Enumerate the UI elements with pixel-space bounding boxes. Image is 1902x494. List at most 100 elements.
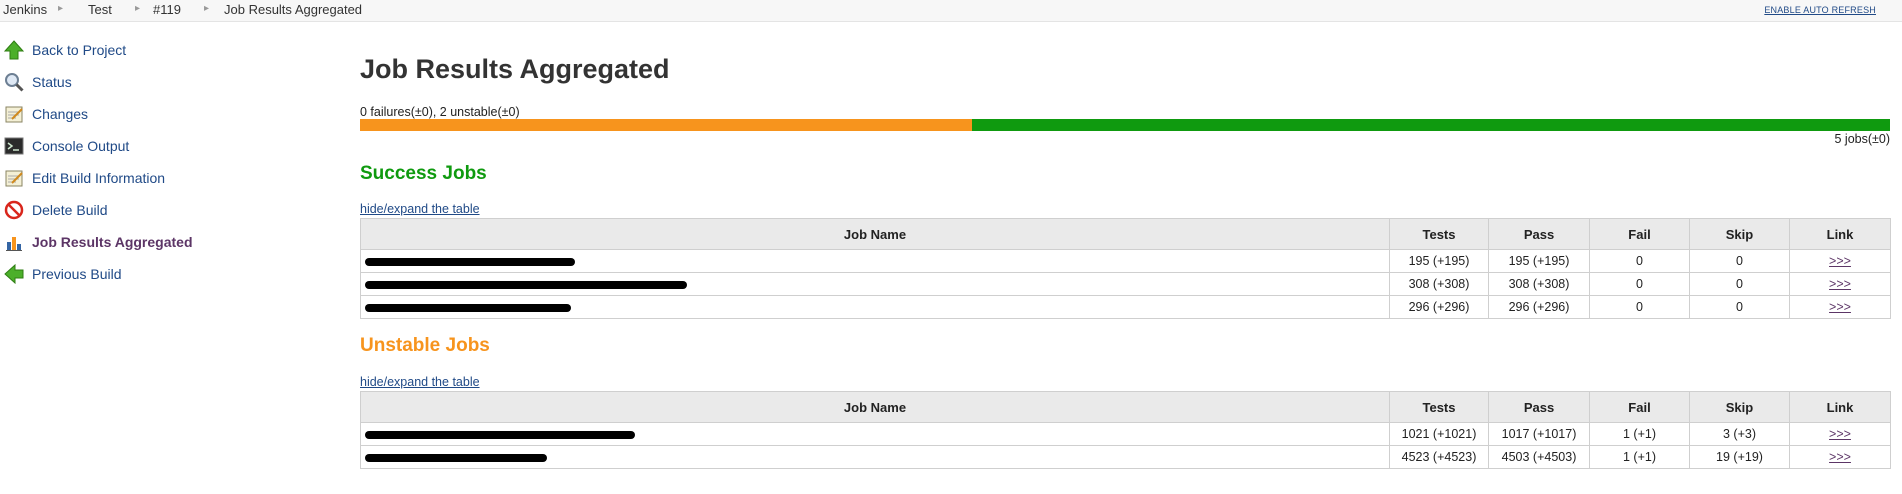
column-header-tests: Tests [1389,218,1489,250]
job-name-cell [360,295,1390,319]
link-cell: >>> [1789,295,1891,319]
column-header-job-name: Job Name [360,218,1390,250]
column-header-skip: Skip [1689,391,1790,423]
page-title: Job Results Aggregated [360,54,670,84]
sidebar-item-status[interactable]: Status [4,72,304,94]
sidebar-item-label: Status [32,74,72,90]
column-header-link: Link [1789,218,1891,250]
enable-auto-refresh-link[interactable]: ENABLE AUTO REFRESH [1764,5,1876,15]
summary-text: 0 failures(±0), 2 unstable(±0) [360,105,520,119]
tests-cell: 195 (+195) [1389,249,1489,273]
column-header-tests: Tests [1389,391,1489,423]
notepad-icon [4,104,24,124]
sidebar-item-edit-build-information[interactable]: Edit Build Information [4,168,304,190]
pass-cell: 296 (+296) [1488,295,1590,319]
breadcrumb-separator-icon: ▸ [204,3,210,14]
job-link[interactable]: >>> [1829,300,1851,314]
breadcrumb-test[interactable]: Test [88,2,112,17]
skip-cell: 0 [1689,249,1790,273]
skip-cell: 0 [1689,295,1790,319]
table-row: 4523 (+4523) 4503 (+4503) 1 (+1) 19 (+19… [360,445,1891,469]
table-header-row: Job Name Tests Pass Fail Skip Link [360,218,1891,250]
sidebar-item-back-to-project[interactable]: Back to Project [3,40,304,62]
fail-cell: 0 [1589,249,1690,273]
pass-cell: 195 (+195) [1488,249,1590,273]
job-name-cell [360,272,1390,296]
redacted-job-name [365,303,571,312]
table-row: 195 (+195) 195 (+195) 0 0 >>> [360,249,1891,273]
breadcrumb-separator-icon: ▸ [58,3,64,14]
terminal-icon [4,136,24,156]
link-cell: >>> [1789,272,1891,296]
column-header-pass: Pass [1488,391,1590,423]
sidebar-item-label: Changes [32,106,89,122]
job-name-cell [360,422,1390,446]
table-row: 296 (+296) 296 (+296) 0 0 >>> [360,295,1891,319]
table-row: 1021 (+1021) 1017 (+1017) 1 (+1) 3 (+3) … [360,422,1891,446]
skip-cell: 3 (+3) [1689,422,1790,446]
column-header-skip: Skip [1689,218,1790,250]
column-header-fail: Fail [1589,391,1690,423]
pass-cell: 308 (+308) [1488,272,1590,296]
job-link[interactable]: >>> [1829,450,1851,464]
skip-cell: 0 [1689,272,1790,296]
column-header-pass: Pass [1488,218,1590,250]
skip-cell: 19 (+19) [1689,445,1790,469]
job-name-cell [360,445,1390,469]
notepad-icon [4,168,24,188]
fail-cell: 1 (+1) [1589,422,1690,446]
redacted-job-name [365,453,547,462]
sidebar-item-changes[interactable]: Changes [4,104,304,126]
redacted-job-name [365,257,575,266]
job-link[interactable]: >>> [1829,254,1851,268]
sidebar-item-delete-build[interactable]: Delete Build [4,200,304,222]
pass-cell: 1017 (+1017) [1488,422,1590,446]
pass-cell: 4503 (+4503) [1488,445,1590,469]
sidebar-item-label: Previous Build [32,266,122,282]
breadcrumb-job-results[interactable]: Job Results Aggregated [224,2,362,17]
sidebar-item-console-output[interactable]: Console Output [4,136,304,158]
link-cell: >>> [1789,422,1891,446]
sidebar-item-label: Back to Project [32,42,127,58]
job-link[interactable]: >>> [1829,277,1851,291]
left-arrow-icon [4,263,24,285]
job-link[interactable]: >>> [1829,427,1851,441]
tests-cell: 4523 (+4523) [1389,445,1489,469]
up-arrow-icon [3,40,25,60]
success-bar-segment [972,119,1890,131]
success-toggle-link[interactable]: hide/expand the table [360,202,480,216]
jobs-count: 5 jobs(±0) [1834,132,1891,146]
redacted-job-name [365,280,687,289]
tests-cell: 1021 (+1021) [1389,422,1489,446]
link-cell: >>> [1789,445,1891,469]
sidebar-item-label: Console Output [32,138,130,154]
tests-cell: 296 (+296) [1389,295,1489,319]
unstable-toggle-link[interactable]: hide/expand the table [360,375,480,389]
success-jobs-title: Success Jobs [360,163,487,184]
fail-cell: 0 [1589,295,1690,319]
column-header-fail: Fail [1589,218,1690,250]
breadcrumb: Jenkins ▸ Test ▸ #119 ▸ Job Results Aggr… [0,0,1902,22]
no-entry-icon [4,200,24,220]
tests-cell: 308 (+308) [1389,272,1489,296]
sidebar-item-label: Edit Build Information [32,170,166,186]
table-header-row: Job Name Tests Pass Fail Skip Link [360,391,1891,423]
link-cell: >>> [1789,249,1891,273]
table-row: 308 (+308) 308 (+308) 0 0 >>> [360,272,1891,296]
breadcrumb-jenkins[interactable]: Jenkins [3,2,47,17]
unstable-jobs-table: Job Name Tests Pass Fail Skip Link 1021 … [360,391,1891,469]
success-jobs-table: Job Name Tests Pass Fail Skip Link 195 (… [360,218,1891,319]
sidebar-item-job-results-aggregated[interactable]: Job Results Aggregated [4,232,304,254]
column-header-link: Link [1789,391,1891,423]
results-progress-bar [360,119,1890,131]
unstable-jobs-title: Unstable Jobs [360,335,490,356]
job-name-cell [360,249,1390,273]
unstable-bar-segment [360,119,972,131]
breadcrumb-separator-icon: ▸ [135,3,141,14]
sidebar-item-previous-build[interactable]: Previous Build [4,263,304,286]
breadcrumb-build[interactable]: #119 [153,2,181,17]
sidebar-item-label: Delete Build [32,202,108,218]
fail-cell: 0 [1589,272,1690,296]
column-header-job-name: Job Name [360,391,1390,423]
redacted-job-name [365,430,635,439]
